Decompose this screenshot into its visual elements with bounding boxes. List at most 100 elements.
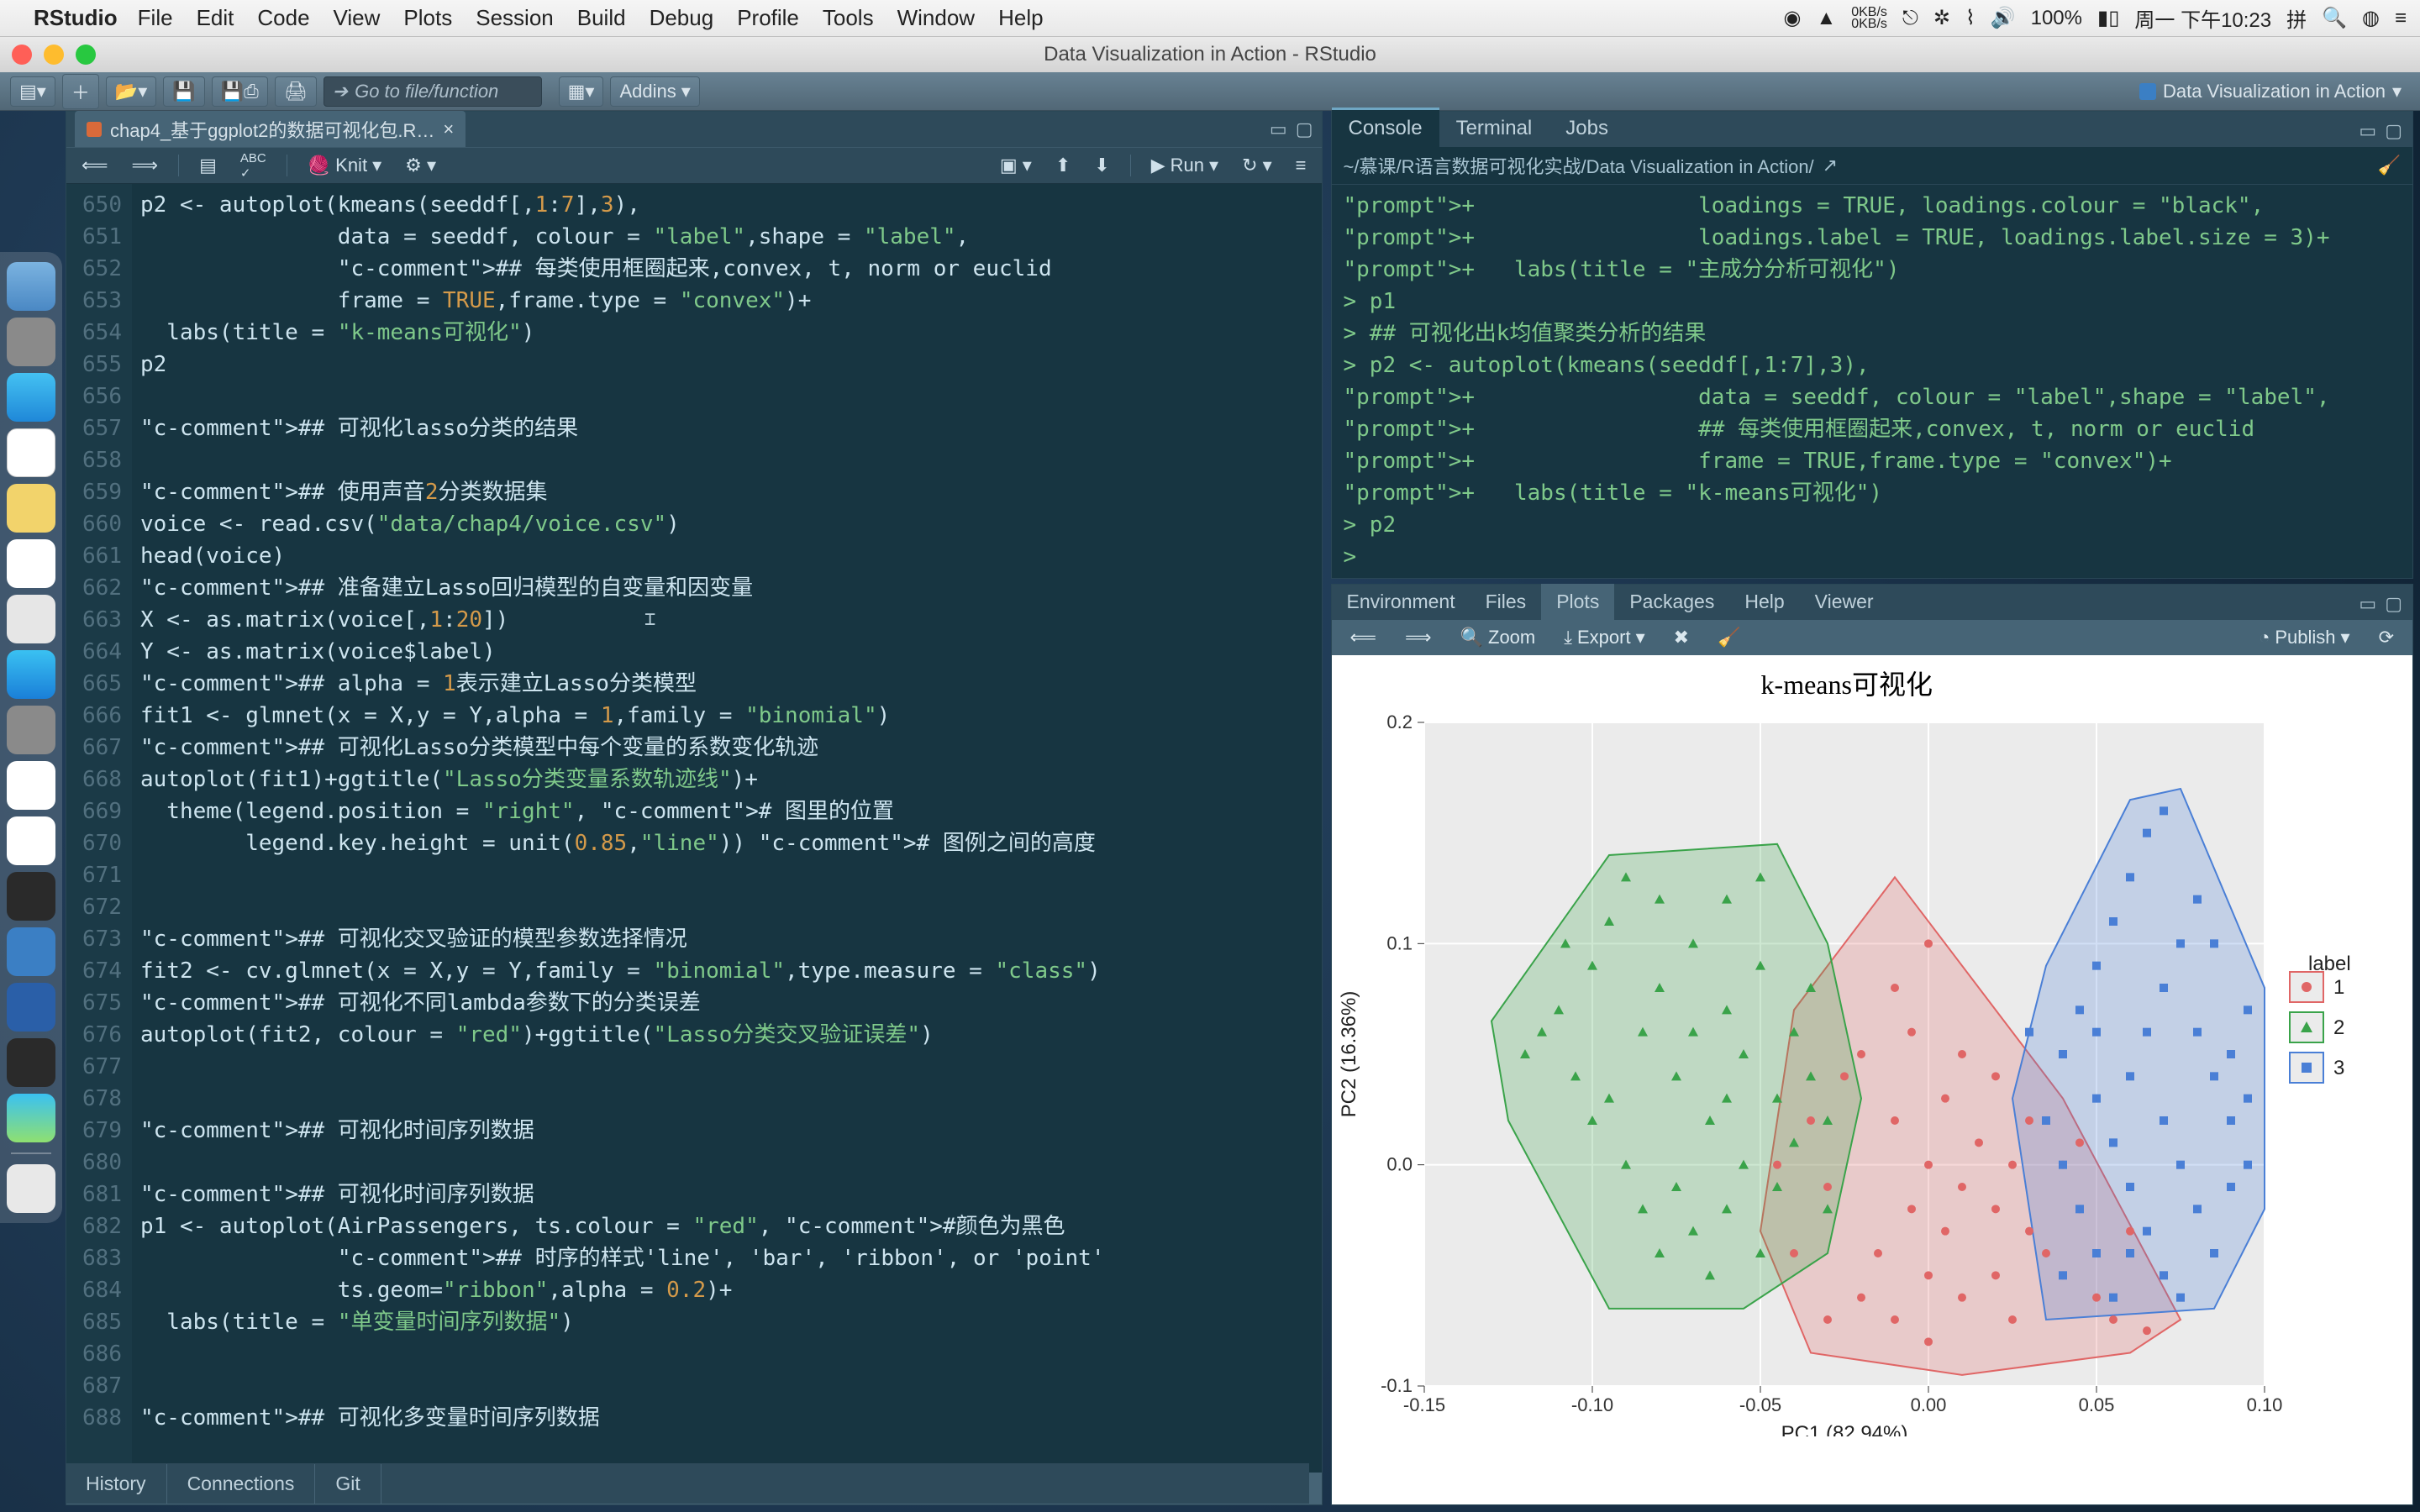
tab-terminal[interactable]: Terminal — [1439, 110, 1549, 147]
tab-history[interactable]: History — [66, 1464, 167, 1504]
status-fan-icon[interactable]: ✲ — [1933, 6, 1950, 30]
code-editor[interactable]: 650 651 652 653 654 655 656 657 658 659 … — [66, 184, 1322, 1473]
dock-terminal[interactable] — [7, 872, 55, 921]
tab-help[interactable]: Help — [1729, 584, 1799, 620]
go-next-chunk-button[interactable]: ⬇ — [1087, 152, 1116, 179]
dock-reminders[interactable] — [7, 595, 55, 643]
new-project-button[interactable]: ＋ — [62, 74, 99, 109]
plots-minimize-icon[interactable]: ▭ — [2359, 593, 2376, 615]
publish-button[interactable]: ◔ Publish ▾ — [2250, 624, 2359, 651]
run-button[interactable]: ▶ Run ▾ — [1144, 152, 1225, 179]
console-maximize-icon[interactable]: ▢ — [2385, 120, 2402, 142]
clear-console-icon[interactable]: 🧹 — [2378, 155, 2401, 176]
dock-rstudio[interactable] — [7, 927, 55, 976]
spellcheck-button[interactable]: ABC✓ — [234, 149, 273, 183]
dock-activity[interactable] — [7, 1038, 55, 1087]
siri-icon[interactable]: ◍ — [2362, 6, 2380, 30]
dock-chrome[interactable] — [7, 761, 55, 810]
zoom-button[interactable]: 🔍 Zoom — [1452, 624, 1544, 651]
window-zoom-button[interactable] — [76, 45, 96, 65]
tab-environment[interactable]: Environment — [1332, 584, 1470, 620]
insert-chunk-button[interactable]: ▣ ▾ — [993, 152, 1039, 179]
menu-edit[interactable]: Edit — [197, 5, 234, 31]
menu-debug[interactable]: Debug — [650, 5, 714, 31]
tab-connections[interactable]: Connections — [167, 1464, 316, 1504]
gear-button[interactable]: ⚙ ▾ — [398, 152, 443, 179]
save-all-button[interactable]: 💾⎙ — [212, 76, 268, 107]
console-minimize-icon[interactable]: ▭ — [2359, 120, 2376, 142]
new-file-button[interactable]: ▤▾ — [10, 76, 55, 107]
menu-view[interactable]: View — [334, 5, 381, 31]
menu-plots[interactable]: Plots — [403, 5, 452, 31]
dock-quicktime[interactable] — [7, 1094, 55, 1142]
editor-tab[interactable]: chap4_基于ggplot2的数据可视化包.R… × — [75, 111, 466, 148]
menu-session[interactable]: Session — [476, 5, 554, 31]
dock-calendar[interactable] — [7, 428, 55, 477]
dock-sysprefs[interactable] — [7, 706, 55, 754]
dock-word[interactable] — [7, 983, 55, 1032]
tab-viewer[interactable]: Viewer — [1800, 584, 1889, 620]
volume-icon[interactable]: 🔊 — [1991, 6, 2016, 30]
menu-help[interactable]: Help — [998, 5, 1043, 31]
tab-packages[interactable]: Packages — [1614, 584, 1729, 620]
window-close-button[interactable] — [12, 45, 32, 65]
goto-file-input[interactable]: ➔ Go to file/function — [324, 76, 542, 107]
input-source-icon[interactable]: 拼 — [2286, 3, 2307, 33]
dock-appstore[interactable] — [7, 650, 55, 699]
forward-button[interactable]: ⟹ — [125, 152, 166, 179]
menu-tools[interactable]: Tools — [823, 5, 874, 31]
dock-safari[interactable] — [7, 373, 55, 422]
app-name[interactable]: RStudio — [34, 5, 118, 31]
status-sync-icon[interactable]: ⎋ — [1902, 7, 1918, 30]
tab-git[interactable]: Git — [315, 1464, 381, 1504]
dock-settings[interactable] — [7, 318, 55, 366]
outline-toggle-button[interactable]: ≡ — [1289, 152, 1313, 179]
back-button[interactable]: ⟸ — [75, 152, 115, 179]
console-output[interactable]: "prompt">+ loadings = TRUE, loadings.col… — [1332, 185, 2413, 578]
export-button[interactable]: ⤓ Export ▾ — [1555, 624, 1653, 651]
dock-trash[interactable] — [7, 1164, 55, 1213]
open-file-button[interactable]: 📂▾ — [106, 76, 156, 107]
tab-jobs[interactable]: Jobs — [1549, 110, 1625, 147]
refresh-plot-button[interactable]: ⟳ — [2370, 624, 2402, 651]
maximize-pane-icon[interactable]: ▢ — [1296, 118, 1313, 140]
wifi-icon[interactable]: ⌇ — [1965, 6, 1975, 30]
popout-icon[interactable]: ↗ — [1823, 155, 1838, 176]
menu-file[interactable]: File — [138, 5, 173, 31]
dock-qq[interactable] — [7, 816, 55, 865]
status-cat-icon[interactable]: ▲ — [1816, 7, 1836, 30]
working-dir[interactable]: ~/慕课/R语言数据可视化实战/Data Visualization in Ac… — [1344, 152, 1814, 179]
tab-console[interactable]: Console — [1332, 108, 1439, 147]
minimize-pane-icon[interactable]: ▭ — [1270, 118, 1287, 140]
tab-files[interactable]: Files — [1470, 584, 1542, 620]
menu-profile[interactable]: Profile — [737, 5, 799, 31]
clear-plots-button[interactable]: 🧹 — [1709, 624, 1749, 651]
plot-prev-button[interactable]: ⟸ — [1342, 624, 1386, 651]
dock-mail[interactable] — [7, 539, 55, 588]
tools-grid-button[interactable]: ▦▾ — [559, 76, 604, 107]
addins-button[interactable]: Addins ▾ — [610, 76, 699, 107]
rerun-button[interactable]: ↻ ▾ — [1235, 152, 1279, 179]
battery-icon[interactable]: ▮▯ — [2097, 6, 2119, 30]
knit-button[interactable]: 🧶 Knit ▾ — [301, 152, 388, 179]
plot-next-button[interactable]: ⟹ — [1397, 624, 1440, 651]
dock-finder[interactable] — [7, 262, 55, 311]
plots-maximize-icon[interactable]: ▢ — [2385, 593, 2402, 615]
save-button[interactable]: 💾 — [163, 76, 204, 107]
tab-plots[interactable]: Plots — [1541, 584, 1614, 620]
notification-center-icon[interactable]: ≡ — [2395, 7, 2407, 30]
print-button[interactable]: 🖨 — [275, 76, 317, 107]
project-menu[interactable]: Data Visualization in Action ▾ — [2131, 77, 2410, 106]
menu-build[interactable]: Build — [577, 5, 626, 31]
menu-window[interactable]: Window — [897, 5, 975, 31]
spotlight-icon[interactable]: 🔍 — [2322, 6, 2347, 30]
dock-notes[interactable] — [7, 484, 55, 533]
show-outline-button[interactable]: ▤ — [192, 152, 224, 179]
menu-code[interactable]: Code — [257, 5, 309, 31]
clock[interactable]: 周一 下午10:23 — [2134, 3, 2271, 33]
window-minimize-button[interactable] — [44, 45, 64, 65]
go-prev-chunk-button[interactable]: ⬆ — [1049, 152, 1077, 179]
status-dnd-icon[interactable]: ◉ — [1783, 6, 1801, 30]
close-tab-icon[interactable]: × — [443, 118, 454, 140]
remove-plot-button[interactable]: ✖ — [1665, 624, 1697, 651]
